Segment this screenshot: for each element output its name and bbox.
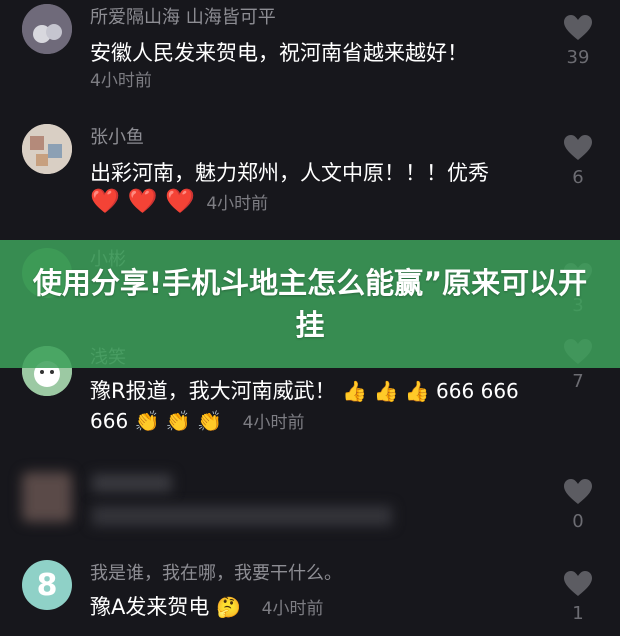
heart-icon	[564, 15, 592, 40]
username[interactable]: 所爱隔山海 山海皆可平	[90, 6, 530, 30]
timestamp: 4小时前	[90, 71, 152, 91]
comment-text: 出彩河南，魅力郑州，人文中原！！！优秀	[90, 161, 489, 185]
heart-emojis: ❤️ ❤️ ❤️	[90, 187, 195, 215]
comment-item[interactable]: 所爱隔山海 山海皆可平 安徽人民发来贺电，祝河南省越来越好！ 4小时前 39	[0, 0, 620, 120]
thinking-emoji: 🤔	[216, 595, 241, 619]
clap-emojis: 666 👏 👏 👏	[90, 409, 222, 433]
avatar[interactable]	[22, 124, 72, 174]
avatar[interactable]	[22, 4, 72, 54]
like-count: 0	[572, 511, 584, 532]
username[interactable]: 我是谁，我在哪，我要干什么。	[90, 562, 530, 586]
heart-icon	[564, 135, 592, 160]
comment-item[interactable]: 张小鱼 出彩河南，魅力郑州，人文中原！！！优秀 ❤️ ❤️ ❤️ 4小时前 6	[0, 120, 620, 240]
blurred-text	[92, 506, 392, 526]
blurred-text	[92, 474, 172, 492]
heart-icon	[564, 571, 592, 596]
title-banner: 使用分享!手机斗地主怎么能赢”原来可以开挂	[0, 240, 620, 368]
like-button[interactable]: 0	[556, 478, 600, 532]
thumbs-up-emojis: 👍 👍 👍 666 666	[342, 379, 519, 403]
banner-title: 使用分享!手机斗地主怎么能赢”原来可以开挂	[32, 266, 588, 342]
like-count: 7	[572, 371, 584, 392]
blurred-avatar	[22, 472, 72, 522]
like-count: 1	[572, 603, 584, 624]
comment-text: 豫A发来贺电	[90, 595, 210, 619]
like-count: 39	[566, 47, 590, 68]
like-count: 6	[572, 167, 584, 188]
avatar[interactable]: 8	[22, 560, 72, 610]
like-button[interactable]: 6	[556, 134, 600, 188]
comment-item[interactable]: 0	[0, 460, 620, 550]
timestamp: 4小时前	[261, 599, 324, 619]
comment-text: 安徽人民发来贺电，祝河南省越来越好！	[90, 41, 468, 65]
avatar-label: 8	[36, 567, 58, 603]
like-button[interactable]: 1	[556, 570, 600, 624]
comment-item[interactable]: 8 我是谁，我在哪，我要干什么。 豫A发来贺电 🤔 4小时前 1	[0, 556, 620, 636]
like-button[interactable]: 39	[556, 14, 600, 68]
heart-icon	[564, 479, 592, 504]
comment-text: 豫R报道，我大河南威武！	[90, 379, 336, 403]
timestamp: 4小时前	[242, 413, 305, 433]
username[interactable]: 张小鱼	[90, 126, 530, 150]
timestamp: 4小时前	[206, 194, 269, 214]
